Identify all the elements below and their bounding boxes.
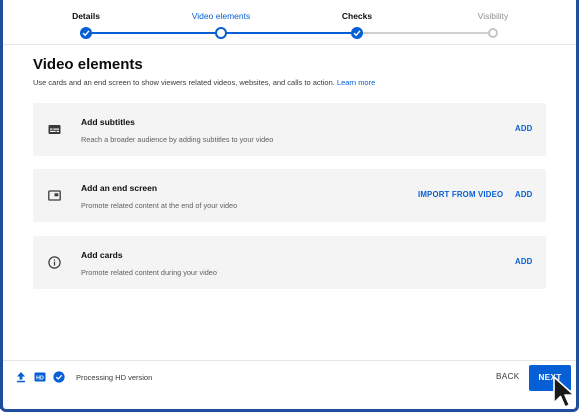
card-subtitle: Promote related content during your vide… bbox=[81, 268, 217, 277]
footer-bar: HD Processing HD version BACK NEXT bbox=[0, 361, 579, 393]
card-subtitle: Promote related content at the end of yo… bbox=[81, 201, 238, 210]
card-add-end-screen: Add an end screen Promote related conten… bbox=[33, 169, 546, 222]
import-from-video-button[interactable]: IMPORT FROM VIDEO bbox=[418, 190, 503, 199]
add-end-screen-button[interactable]: ADD bbox=[515, 190, 533, 199]
upload-icon[interactable] bbox=[15, 371, 27, 383]
page-description: Use cards and an end screen to show view… bbox=[33, 78, 375, 87]
step-visibility[interactable]: Visibility bbox=[433, 10, 553, 38]
page-title: Video elements bbox=[33, 56, 143, 73]
end-screen-icon bbox=[48, 190, 61, 201]
card-add-subtitles: Add subtitles Reach a broader audience b… bbox=[33, 103, 546, 156]
info-icon bbox=[48, 256, 61, 269]
step-label: Visibility bbox=[477, 11, 509, 21]
step-checks[interactable]: Checks bbox=[297, 10, 417, 39]
card-title: Add subtitles bbox=[81, 117, 135, 127]
check-icon bbox=[80, 27, 92, 39]
add-cards-button[interactable]: ADD bbox=[515, 257, 533, 266]
description-text: Use cards and an end screen to show view… bbox=[33, 78, 335, 87]
subtitles-icon bbox=[48, 125, 61, 134]
stepper-line-pending bbox=[357, 32, 493, 34]
pending-step-indicator bbox=[488, 28, 498, 38]
mouse-pointer-icon bbox=[553, 376, 575, 408]
step-details[interactable]: Details bbox=[26, 10, 146, 39]
divider bbox=[3, 44, 576, 45]
card-subtitle: Reach a broader audience by adding subti… bbox=[81, 135, 274, 144]
add-subtitles-button[interactable]: ADD bbox=[515, 124, 533, 133]
card-title: Add an end screen bbox=[81, 183, 158, 193]
progress-stepper: Details Video elements Checks Visibility bbox=[0, 0, 579, 42]
current-step-indicator bbox=[215, 27, 227, 39]
stepper-line-done bbox=[86, 32, 221, 34]
step-label: Details bbox=[72, 11, 100, 21]
card-title: Add cards bbox=[81, 250, 123, 260]
hd-badge-text: HD bbox=[36, 375, 44, 381]
processing-status: Processing HD version bbox=[76, 373, 153, 382]
step-label: Video elements bbox=[191, 11, 251, 21]
hd-icon[interactable]: HD bbox=[34, 371, 46, 383]
step-video-elements[interactable]: Video elements bbox=[161, 10, 281, 39]
card-add-cards: Add cards Promote related content during… bbox=[33, 236, 546, 289]
stepper-line-done bbox=[221, 32, 357, 34]
check-icon bbox=[351, 27, 363, 39]
back-button[interactable]: BACK bbox=[496, 372, 520, 381]
checks-complete-icon[interactable] bbox=[53, 371, 65, 383]
step-label: Checks bbox=[341, 11, 373, 21]
learn-more-link[interactable]: Learn more bbox=[337, 78, 375, 87]
